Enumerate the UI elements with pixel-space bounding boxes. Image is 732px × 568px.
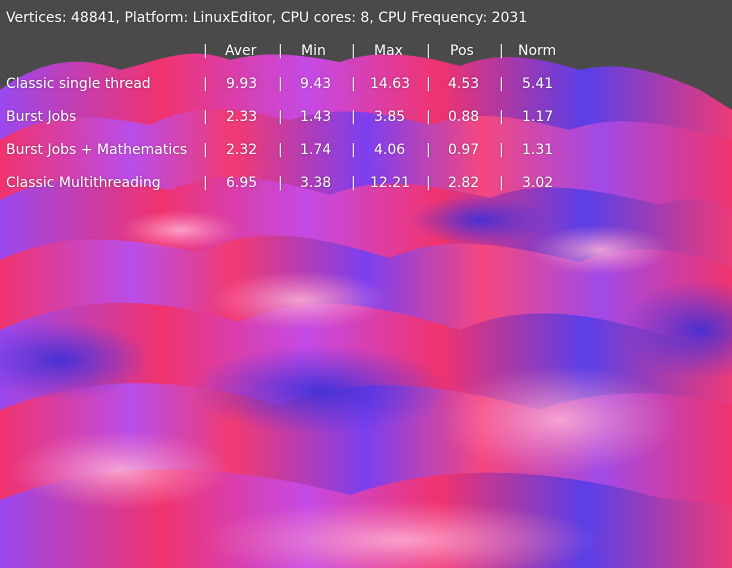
column-separator: | (278, 142, 283, 158)
column-separator: | (203, 43, 208, 59)
system-info-line: Vertices: 48841, Platform: LinuxEditor, … (6, 10, 528, 26)
column-separator: | (499, 109, 504, 125)
column-separator: | (278, 76, 283, 92)
column-separator: | (203, 142, 208, 158)
value-pos: 0.97 (448, 142, 480, 158)
column-separator: | (426, 76, 431, 92)
column-header-min: Min (301, 43, 326, 59)
column-separator: | (351, 43, 356, 59)
column-separator: | (426, 175, 431, 191)
row-label: Classic single thread (6, 76, 151, 92)
row-label: Burst Jobs (6, 109, 77, 125)
value-pos: 0.88 (448, 109, 480, 125)
column-separator: | (499, 142, 504, 158)
column-header-norm: Norm (518, 43, 557, 59)
column-header-pos: Pos (450, 43, 474, 59)
value-min: 1.43 (300, 109, 332, 125)
column-separator: | (278, 109, 283, 125)
row-label: Burst Jobs + Mathematics (6, 142, 188, 158)
column-separator: | (499, 43, 504, 59)
value-max: 4.06 (374, 142, 406, 158)
column-separator: | (351, 175, 356, 191)
column-separator: | (278, 43, 283, 59)
column-separator: | (203, 109, 208, 125)
column-separator: | (426, 142, 431, 158)
value-min: 1.74 (300, 142, 332, 158)
value-max: 12.21 (370, 175, 411, 191)
value-pos: 2.82 (448, 175, 480, 191)
column-separator: | (499, 175, 504, 191)
value-norm: 1.17 (522, 109, 554, 125)
column-separator: | (203, 175, 208, 191)
value-norm: 3.02 (522, 175, 554, 191)
column-separator: | (426, 109, 431, 125)
value-aver: 2.33 (226, 109, 258, 125)
column-separator: | (278, 175, 283, 191)
value-min: 9.43 (300, 76, 332, 92)
column-separator: | (499, 76, 504, 92)
row-label: Classic Multithreading (6, 175, 161, 191)
value-max: 3.85 (374, 109, 406, 125)
value-pos: 4.53 (448, 76, 480, 92)
column-separator: | (203, 76, 208, 92)
column-separator: | (351, 142, 356, 158)
stats-overlay: Vertices: 48841, Platform: LinuxEditor, … (0, 0, 732, 568)
value-aver: 9.93 (226, 76, 258, 92)
value-aver: 2.32 (226, 142, 258, 158)
value-min: 3.38 (300, 175, 332, 191)
column-separator: | (351, 76, 356, 92)
column-separator: | (351, 109, 356, 125)
value-norm: 5.41 (522, 76, 554, 92)
column-separator: | (426, 43, 431, 59)
value-norm: 1.31 (522, 142, 554, 158)
value-max: 14.63 (370, 76, 411, 92)
column-header-max: Max (374, 43, 403, 59)
value-aver: 6.95 (226, 175, 258, 191)
column-header-aver: Aver (225, 43, 257, 59)
